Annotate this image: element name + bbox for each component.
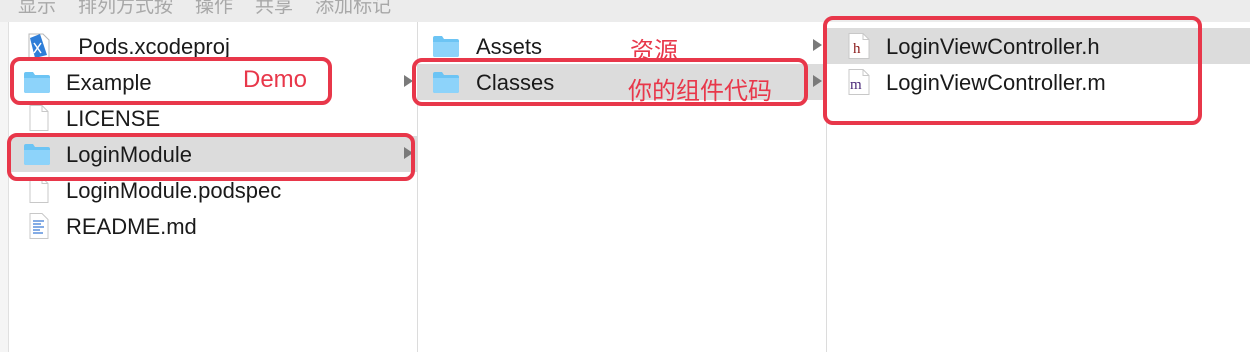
chevron-right-icon [813, 39, 822, 51]
annotation-box-class-files [823, 16, 1202, 125]
xcodeproj-icon [28, 33, 50, 59]
toolbar-share-button[interactable]: 共享 [255, 0, 293, 18]
toolbar-arrange-button[interactable]: 排列方式按 [78, 0, 173, 18]
item-label: README.md [66, 214, 197, 239]
toolbar-view-button[interactable]: 显示 [18, 0, 56, 18]
chevron-right-icon [813, 75, 822, 87]
list-item-license[interactable]: LICENSE [9, 100, 417, 136]
annotation-box-loginmodule [7, 133, 415, 181]
annotation-component-code-label: 你的组件代码 [628, 78, 772, 105]
folder-icon [433, 36, 459, 57]
item-label: Assets [476, 34, 543, 59]
item-label: LoginModule.podspec [66, 178, 282, 203]
annotation-demo-label: Demo [243, 66, 308, 93]
document-icon [29, 105, 49, 131]
text-document-icon [29, 213, 49, 239]
toolbar-action-button[interactable]: 操作 [195, 0, 233, 18]
item-label: LICENSE [66, 106, 161, 131]
toolbar-tags-button[interactable]: 添加标记 [315, 0, 391, 18]
sidebar-edge [0, 22, 9, 352]
list-item-readme[interactable]: README.md [9, 208, 417, 244]
